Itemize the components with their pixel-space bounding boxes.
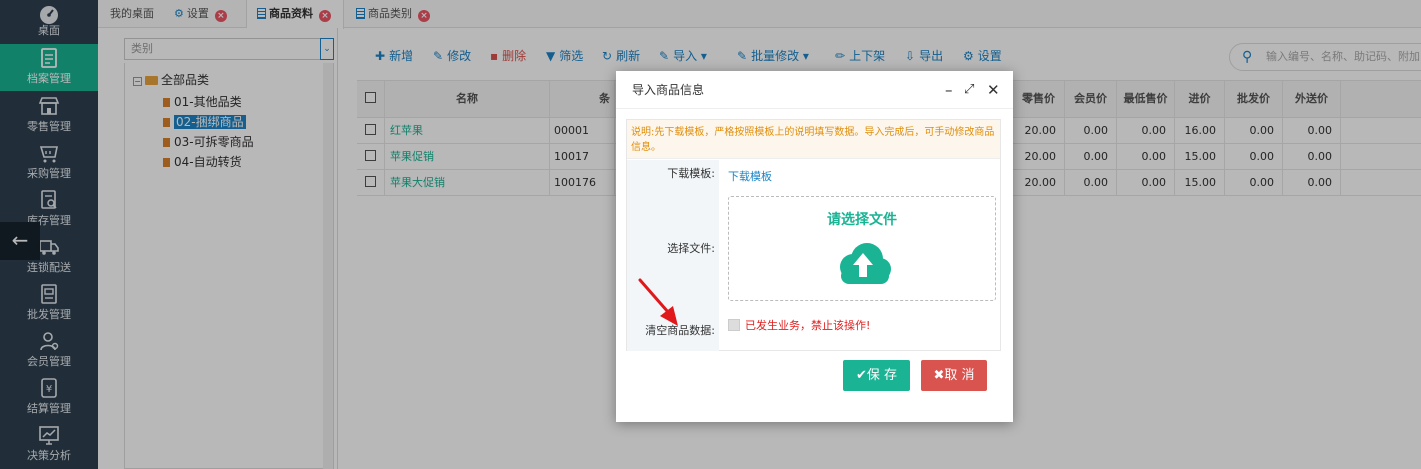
cloud-upload-icon — [840, 243, 891, 284]
file-upload-area[interactable]: 请选择文件 — [728, 196, 996, 301]
minimize-icon[interactable]: – — [945, 71, 953, 109]
upload-prompt: 请选择文件 — [827, 212, 897, 228]
maximize-icon[interactable]: ⤢ — [964, 71, 974, 109]
dialog-title: 导入商品信息 — [616, 71, 1013, 109]
save-button[interactable]: ✔保 存 — [843, 360, 910, 391]
download-template-label: 下载模板: — [627, 160, 719, 187]
clear-data-checkbox[interactable] — [728, 319, 740, 331]
import-dialog: 导入商品信息 – ⤢ ✕ 说明:先下载模板，严格按照模板上的说明填写数据。导入完… — [616, 71, 1013, 422]
clear-data-warning: 已发生业务，禁止该操作! — [745, 319, 871, 332]
close-icon[interactable]: ✕ — [987, 71, 1000, 109]
cancel-button[interactable]: ✖取 消 — [921, 360, 987, 391]
instruction-notice: 说明:先下载模板，严格按照模板上的说明填写数据。导入完成后，可手动修改商品信息。 — [627, 120, 1000, 159]
red-arrow-annotation — [638, 278, 678, 326]
download-template-link[interactable]: 下载模板 — [728, 168, 772, 184]
dialog-form: 说明:先下载模板，严格按照模板上的说明填写数据。导入完成后，可手动修改商品信息。… — [626, 119, 1001, 351]
